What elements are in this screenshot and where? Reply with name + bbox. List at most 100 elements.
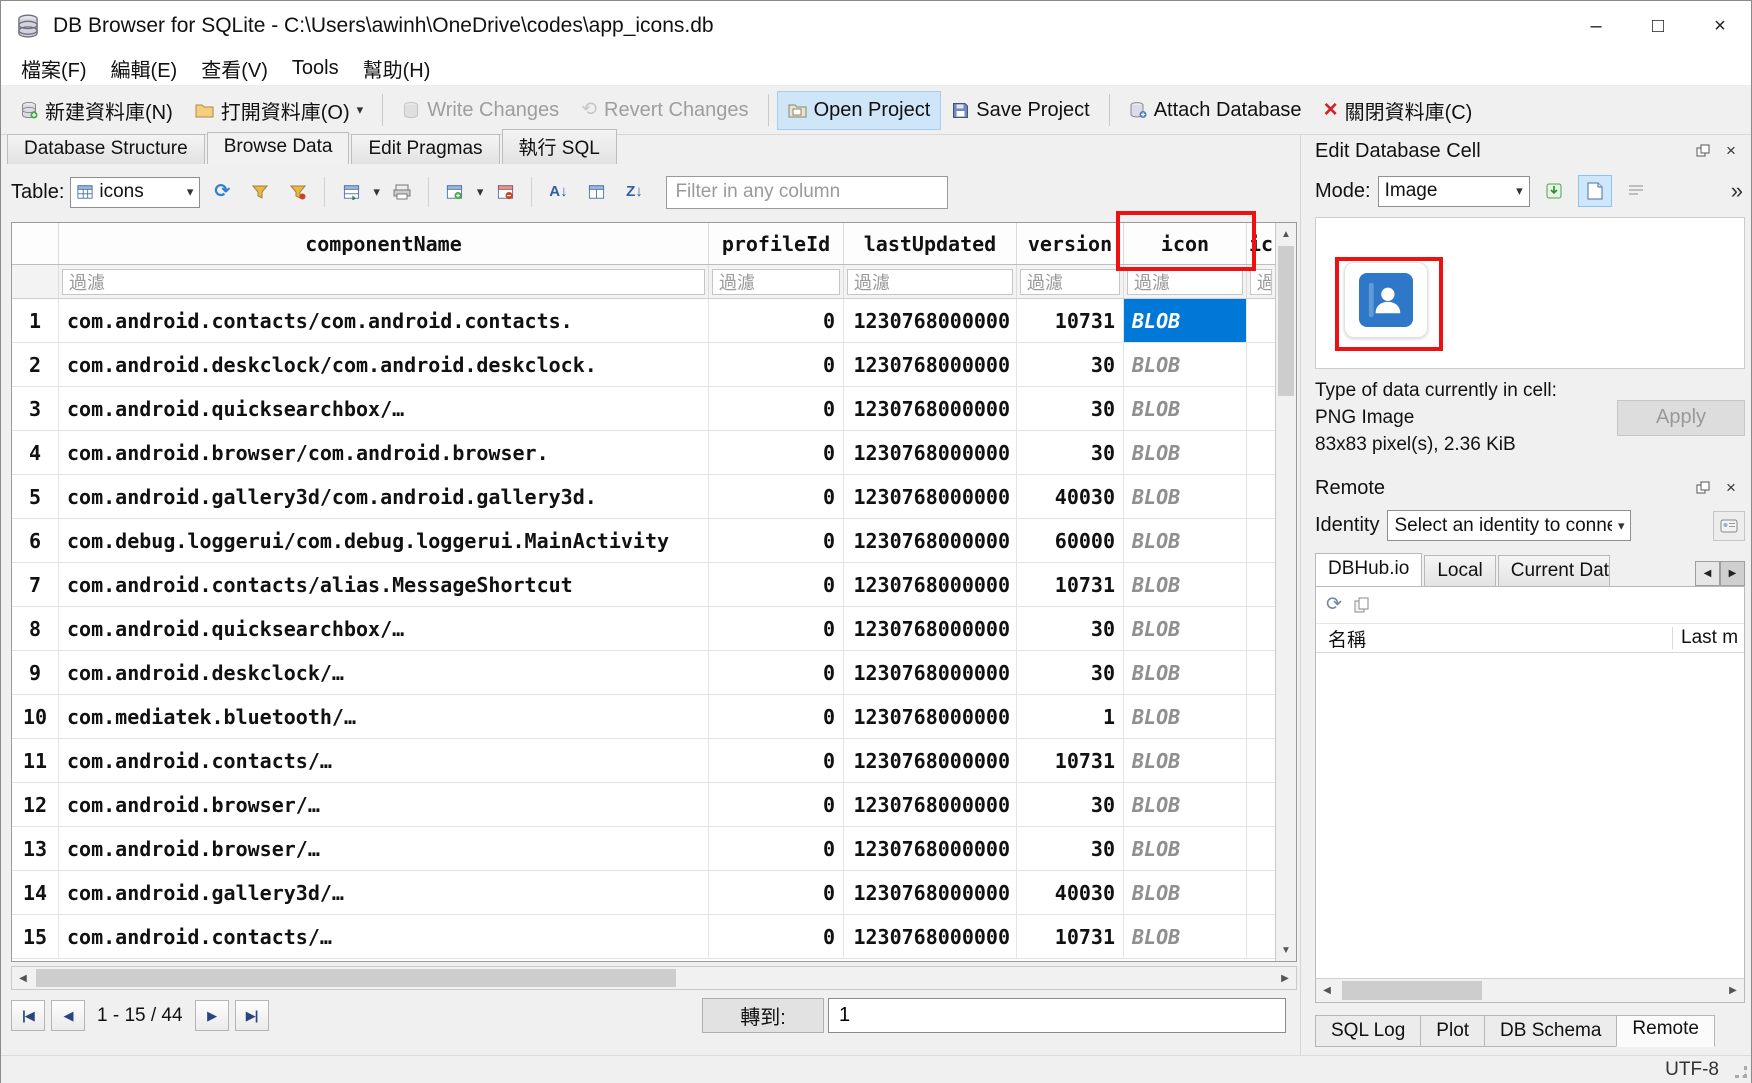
table-cell[interactable] — [1247, 739, 1275, 782]
tab-edit-pragmas[interactable]: Edit Pragmas — [351, 134, 499, 164]
tab-scroll-left-button[interactable]: ◀ — [1695, 561, 1720, 586]
table-cell[interactable] — [1247, 519, 1275, 562]
close-database-button[interactable]: × 關閉資料庫(C) — [1313, 88, 1484, 133]
table-cell[interactable]: BLOB — [1124, 915, 1247, 958]
row-number[interactable]: 15 — [12, 915, 59, 958]
table-cell[interactable]: com.android.quicksearchbox/… — [59, 387, 709, 430]
row-number[interactable]: 5 — [12, 475, 59, 518]
table-cell[interactable]: com.android.browser/… — [59, 783, 709, 826]
table-cell[interactable]: 10731 — [1017, 299, 1124, 342]
table-cell[interactable]: BLOB — [1124, 431, 1247, 474]
table-cell[interactable]: com.mediatek.bluetooth/… — [59, 695, 709, 738]
table-cell[interactable] — [1247, 915, 1275, 958]
table-cell[interactable]: 0 — [709, 827, 844, 870]
remote-scroll-right-icon[interactable]: ▶ — [1722, 979, 1744, 1002]
row-number[interactable]: 4 — [12, 431, 59, 474]
save-project-button[interactable]: Save Project — [941, 91, 1100, 130]
table-cell[interactable]: BLOB — [1124, 387, 1247, 430]
table-cell[interactable]: BLOB — [1124, 871, 1247, 914]
table-cell[interactable]: 1230768000000 — [844, 299, 1017, 342]
remote-scrollbar-thumb[interactable] — [1342, 981, 1482, 1000]
filter-version-input[interactable]: 過濾 — [1020, 269, 1120, 295]
tab-current-database[interactable]: Current Dat — [1498, 555, 1610, 586]
import-data-button[interactable] — [1537, 175, 1571, 207]
row-number[interactable]: 3 — [12, 387, 59, 430]
table-row[interactable]: 13com.android.browser/…0123076800000030B… — [12, 827, 1275, 871]
table-cell[interactable]: 30 — [1017, 651, 1124, 694]
save-filter-button[interactable] — [282, 176, 314, 208]
table-row[interactable]: 8com.android.quicksearchbox/…01230768000… — [12, 607, 1275, 651]
new-database-button[interactable]: 新建資料庫(N) — [9, 88, 184, 133]
table-cell[interactable]: 0 — [709, 739, 844, 782]
next-record-button[interactable]: ▶ — [195, 1000, 229, 1031]
remote-close-panel-icon[interactable]: × — [1717, 478, 1745, 498]
menu-view[interactable]: 查看(V) — [189, 51, 280, 86]
table-cell[interactable]: BLOB — [1124, 343, 1247, 386]
column-header-version[interactable]: version — [1017, 223, 1124, 264]
row-number[interactable]: 12 — [12, 783, 59, 826]
identity-settings-button[interactable] — [1713, 511, 1745, 541]
table-cell[interactable]: 10731 — [1017, 739, 1124, 782]
table-select[interactable]: icons ▾ — [70, 177, 200, 208]
minimize-button[interactable]: – — [1565, 1, 1627, 51]
menu-help[interactable]: 幫助(H) — [351, 51, 443, 86]
table-cell[interactable]: 30 — [1017, 431, 1124, 474]
tab-local[interactable]: Local — [1424, 555, 1495, 586]
table-cell[interactable]: 0 — [709, 607, 844, 650]
scroll-down-icon[interactable]: ▼ — [1276, 939, 1296, 961]
table-cell[interactable]: 30 — [1017, 343, 1124, 386]
row-number[interactable]: 6 — [12, 519, 59, 562]
open-database-dropdown-icon[interactable]: ▾ — [357, 102, 364, 118]
row-number[interactable]: 13 — [12, 827, 59, 870]
table-cell[interactable] — [1247, 299, 1275, 342]
table-cell[interactable]: 1230768000000 — [844, 519, 1017, 562]
table-cell[interactable]: 0 — [709, 299, 844, 342]
export-table-dropdown-icon[interactable]: ▾ — [373, 184, 380, 200]
table-cell[interactable]: 1230768000000 — [844, 739, 1017, 782]
table-cell[interactable]: 0 — [709, 915, 844, 958]
column-header-lastupdated[interactable]: lastUpdated — [844, 223, 1017, 264]
resize-grip[interactable] — [1735, 1066, 1747, 1078]
table-cell[interactable]: 1 — [1017, 695, 1124, 738]
table-row[interactable]: 14com.android.gallery3d/…012307680000004… — [12, 871, 1275, 915]
table-cell[interactable]: 0 — [709, 519, 844, 562]
table-cell[interactable]: BLOB — [1124, 563, 1247, 606]
table-cell[interactable]: BLOB — [1124, 827, 1247, 870]
column-header-profileid[interactable]: profileId — [709, 223, 844, 264]
tab-sql-log[interactable]: SQL Log — [1315, 1015, 1421, 1047]
table-cell[interactable] — [1247, 607, 1275, 650]
horizontal-scrollbar[interactable]: ◀ ▶ — [11, 966, 1297, 990]
tab-execute-sql[interactable]: 執行 SQL — [502, 129, 617, 164]
tab-browse-data[interactable]: Browse Data — [207, 132, 350, 164]
table-cell[interactable] — [1247, 475, 1275, 518]
more-tools-icon[interactable]: » — [1731, 178, 1745, 204]
filter-partial-input[interactable]: 過濾 — [1250, 269, 1272, 295]
remote-last-modified-header[interactable]: Last m — [1672, 627, 1744, 649]
row-number[interactable]: 14 — [12, 871, 59, 914]
table-cell[interactable] — [1247, 871, 1275, 914]
table-cell[interactable]: 10731 — [1017, 563, 1124, 606]
table-cell[interactable] — [1247, 343, 1275, 386]
refresh-button[interactable]: ⟳ — [206, 176, 238, 208]
identity-select[interactable]: Select an identity to conne ▾ — [1387, 510, 1631, 541]
table-cell[interactable]: 0 — [709, 783, 844, 826]
table-row[interactable]: 15com.android.contacts/…0123076800000010… — [12, 915, 1275, 959]
table-row[interactable]: 10com.mediatek.bluetooth/…01230768000000… — [12, 695, 1275, 739]
table-cell[interactable]: 30 — [1017, 827, 1124, 870]
table-cell[interactable]: com.android.contacts/alias.MessageShortc… — [59, 563, 709, 606]
table-cell[interactable]: 30 — [1017, 387, 1124, 430]
table-cell[interactable]: com.android.deskclock/com.android.deskcl… — [59, 343, 709, 386]
table-cell[interactable]: BLOB — [1124, 475, 1247, 518]
table-row[interactable]: 3com.android.quicksearchbox/…01230768000… — [12, 387, 1275, 431]
table-cell[interactable]: 1230768000000 — [844, 563, 1017, 606]
row-number[interactable]: 10 — [12, 695, 59, 738]
table-row[interactable]: 7com.android.contacts/alias.MessageShort… — [12, 563, 1275, 607]
filter-lastupdated-input[interactable]: 過濾 — [847, 269, 1013, 295]
tab-db-schema[interactable]: DB Schema — [1484, 1015, 1617, 1047]
insert-record-button[interactable] — [439, 176, 471, 208]
table-cell[interactable]: BLOB — [1124, 695, 1247, 738]
table-cell[interactable]: 0 — [709, 387, 844, 430]
word-wrap-button[interactable] — [1619, 175, 1653, 207]
open-database-button[interactable]: 打開資料庫(O) ▾ — [184, 88, 374, 133]
table-cell[interactable] — [1247, 695, 1275, 738]
